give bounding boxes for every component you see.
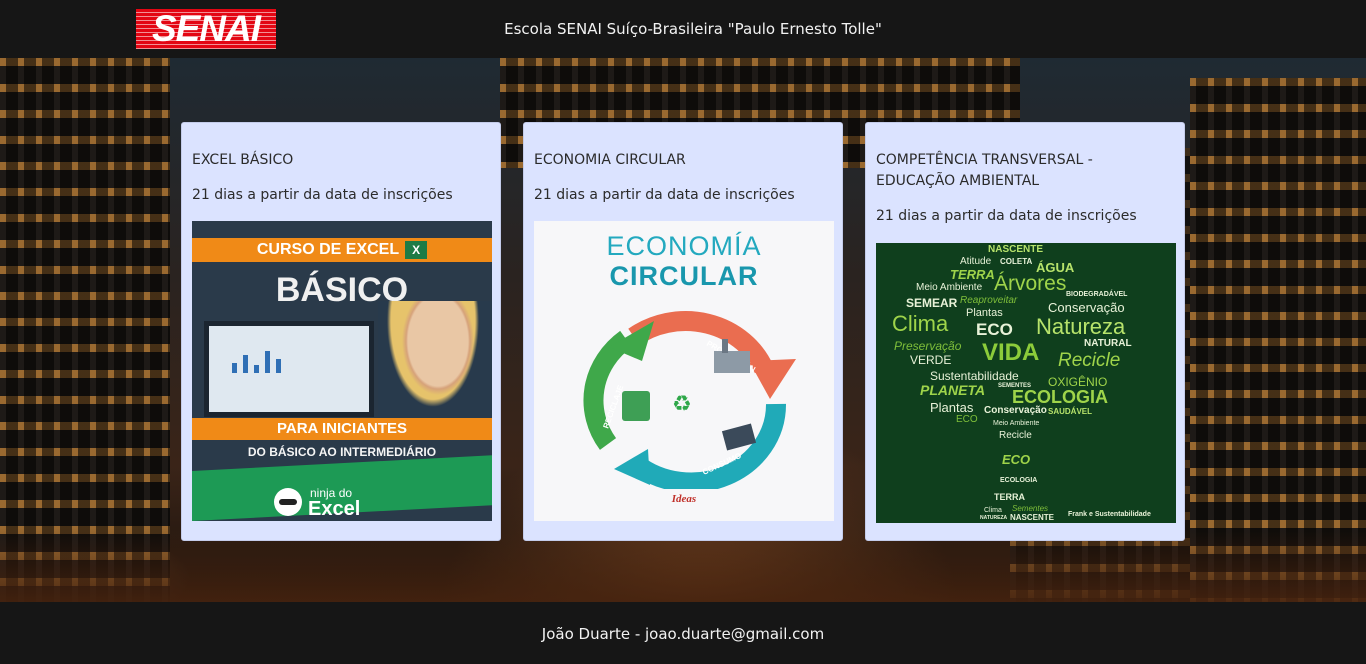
word: Conservação (1048, 300, 1125, 315)
course-title: EXCEL BÁSICO (192, 152, 294, 168)
word: Meio Ambiente (993, 420, 1040, 427)
word: Natureza (1036, 314, 1126, 339)
word: Árvores (994, 272, 1067, 295)
word: TERRA (950, 267, 995, 282)
site-header: SENAI Escola SENAI Suíço-Brasileira "Pau… (0, 0, 1366, 58)
recycle-icon: ♻ (672, 392, 692, 417)
person-photo (378, 301, 492, 431)
word: ECO (976, 320, 1013, 339)
course-duration: 21 dias a partir da data de inscrições (192, 187, 453, 203)
word: NATURAL (1084, 338, 1132, 349)
word: NASCENTE (1010, 513, 1055, 522)
word: Recicle (1058, 350, 1121, 371)
course-thumbnail[interactable]: ECONOMÍA CIRCULAR PRODUCCIÓN CONSUMO REC… (534, 221, 834, 521)
recycle-bin-icon (622, 391, 650, 421)
thumb-line1: ECONOMÍA (606, 231, 762, 261)
word: Sustentabilidade (930, 369, 1019, 383)
word: Clima (892, 311, 949, 336)
word: Recicle (999, 430, 1032, 441)
word: Reaproveitar (960, 295, 1018, 306)
course-duration: 21 dias a partir da data de inscrições (876, 208, 1137, 224)
course-thumbnail[interactable]: NASCENTE Atitude COLETA TERRA ÁGUA Meio … (876, 243, 1176, 523)
site-footer: João Duarte - joao.duarte@gmail.com (0, 602, 1366, 664)
word: ECOLOGIA (1012, 387, 1109, 407)
word: SEMEAR (906, 296, 958, 310)
word: Clima (984, 507, 1002, 514)
word: SAUDÁVEL (1048, 407, 1093, 416)
course-thumbnail[interactable]: CURSO DE EXCEL X BÁSICO PARA INICIANTES D… (192, 221, 492, 521)
course-title: COMPETÊNCIA TRANSVERSAL - EDUCAÇÃO AMBIE… (876, 152, 1093, 189)
thumb-line2: CIRCULAR (609, 261, 759, 291)
thumb-credit: Frank e Sustentabilidade (1068, 511, 1151, 518)
excel-icon: X (405, 240, 428, 259)
word: BIODEGRADÁVEL (1066, 291, 1128, 298)
ninja-icon (274, 488, 302, 516)
school-name: Escola SENAI Suíço-Brasileira "Paulo Ern… (504, 20, 882, 38)
course-card-educacao-ambiental[interactable]: COMPETÊNCIA TRANSVERSAL - EDUCAÇÃO AMBIE… (865, 122, 1185, 541)
word: NATUREZA (980, 515, 1008, 521)
word: Plantas (966, 307, 1003, 319)
factory-icon (714, 351, 750, 373)
building-image (1190, 78, 1366, 602)
word: ECO (956, 414, 978, 425)
word: Atitude (960, 256, 992, 267)
word: Meio Ambiente (916, 282, 983, 293)
thumb-subtitle-banner: PARA INICIANTES (192, 418, 492, 440)
word: VIDA (982, 339, 1040, 366)
monitor-illustration (204, 321, 374, 417)
circular-cycle-icon: PRODUCCIÓN CONSUMO RECICLAJE ♻ (583, 311, 796, 489)
building-image (0, 58, 170, 602)
course-title: ECONOMIA CIRCULAR (534, 152, 686, 168)
course-card-excel[interactable]: EXCEL BÁSICO 21 dias a partir da data de… (181, 122, 501, 541)
word: ECOLOGIA (1000, 477, 1038, 484)
thumb-banner: CURSO DE EXCEL X (192, 238, 492, 262)
word: Preservação (894, 339, 962, 353)
word: ECO (1002, 452, 1031, 467)
footer-credit: João Duarte - joao.duarte@gmail.com (541, 625, 825, 643)
word: Plantas (930, 400, 974, 415)
course-card-economia-circular[interactable]: ECONOMIA CIRCULAR 21 dias a partir da da… (523, 122, 843, 541)
arc-label-reciclaje: RECICLAJE (601, 383, 625, 429)
word: Sementes (1012, 504, 1049, 513)
course-duration: 21 dias a partir da data de inscrições (534, 187, 795, 203)
thumb-credit: Ideas (671, 493, 697, 505)
word: NASCENTE (988, 244, 1044, 255)
word: PLANETA (920, 382, 986, 398)
word: TERRA (994, 492, 1025, 502)
word: Conservação (984, 405, 1047, 416)
chart-illustration (232, 351, 287, 373)
word: COLETA (1000, 257, 1033, 266)
word: VERDE (910, 353, 952, 367)
